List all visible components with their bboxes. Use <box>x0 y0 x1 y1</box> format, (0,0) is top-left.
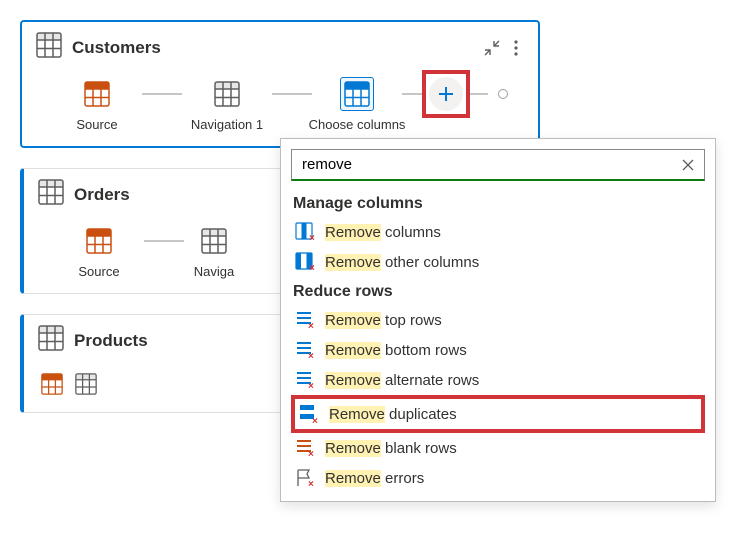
remove-bottom-rows-icon <box>295 340 315 360</box>
step-navigation[interactable]: Naviga <box>184 224 244 279</box>
table-orange-icon <box>84 81 110 107</box>
menu-label: Remove errors <box>325 470 424 487</box>
menu-remove-errors[interactable]: Remove errors <box>281 463 715 493</box>
query-title: Orders <box>74 185 270 205</box>
annotation-highlight-add <box>422 70 470 118</box>
add-step-button[interactable] <box>429 77 463 111</box>
table-icon <box>36 32 62 63</box>
group-title-manage-columns: Manage columns <box>281 189 715 217</box>
menu-label: Remove top rows <box>325 312 442 329</box>
menu-label: Remove other columns <box>325 254 479 271</box>
query-card-products[interactable]: Products <box>20 314 285 413</box>
step-label: Naviga <box>194 264 234 279</box>
menu-remove-columns[interactable]: Remove columns <box>281 217 715 247</box>
clear-icon[interactable] <box>680 157 696 173</box>
connector <box>402 93 422 95</box>
search-box[interactable] <box>291 149 705 181</box>
remove-duplicates-icon <box>299 404 319 424</box>
table-orange-icon[interactable] <box>38 370 66 398</box>
table-icon <box>38 325 64 356</box>
step-navigation[interactable]: Navigation 1 <box>182 77 272 132</box>
table-orange-icon <box>86 228 112 254</box>
table-icon <box>214 81 240 107</box>
menu-label: Remove bottom rows <box>325 342 467 359</box>
collapse-icon[interactable] <box>484 40 500 56</box>
connector <box>272 93 312 95</box>
step-label: Navigation 1 <box>191 117 263 132</box>
table-icon[interactable] <box>72 370 100 398</box>
menu-label: Remove alternate rows <box>325 372 479 389</box>
query-card-customers[interactable]: Customers Source Navigation 1 Choose col… <box>20 20 540 148</box>
menu-label: Remove blank rows <box>325 440 457 457</box>
step-label: Choose columns <box>309 117 406 132</box>
search-input[interactable] <box>300 155 680 174</box>
menu-remove-alternate-rows[interactable]: Remove alternate rows <box>281 365 715 395</box>
table-icon <box>201 228 227 254</box>
action-search-panel: Manage columns Remove columns Remove oth… <box>280 138 716 502</box>
remove-alternate-rows-icon <box>295 370 315 390</box>
step-choose-columns[interactable]: Choose columns <box>312 77 402 132</box>
connector <box>468 93 488 95</box>
remove-blank-rows-icon <box>295 438 315 458</box>
table-icon <box>38 179 64 210</box>
remove-top-rows-icon <box>295 310 315 330</box>
menu-remove-blank-rows[interactable]: Remove blank rows <box>281 433 715 463</box>
query-card-orders[interactable]: Orders Source Naviga <box>20 168 285 294</box>
table-blue-icon <box>344 81 370 107</box>
group-title-reduce-rows: Reduce rows <box>281 277 715 305</box>
plus-icon <box>438 86 454 102</box>
menu-remove-top-rows[interactable]: Remove top rows <box>281 305 715 335</box>
query-title: Customers <box>72 38 474 58</box>
step-source[interactable]: Source <box>54 224 144 279</box>
query-title: Products <box>74 331 270 351</box>
step-source[interactable]: Source <box>52 77 142 132</box>
remove-other-columns-icon <box>295 252 315 272</box>
menu-remove-duplicates[interactable]: Remove duplicates <box>295 399 701 429</box>
annotation-highlight-duplicates: Remove duplicates <box>291 395 705 433</box>
remove-errors-icon <box>295 468 315 488</box>
end-node <box>498 89 508 99</box>
step-label: Source <box>76 117 117 132</box>
menu-label: Remove duplicates <box>329 406 457 423</box>
connector <box>142 93 182 95</box>
menu-remove-bottom-rows[interactable]: Remove bottom rows <box>281 335 715 365</box>
menu-remove-other-columns[interactable]: Remove other columns <box>281 247 715 277</box>
menu-label: Remove columns <box>325 224 441 241</box>
step-label: Source <box>78 264 119 279</box>
more-icon[interactable] <box>508 40 524 56</box>
connector <box>144 240 184 242</box>
remove-columns-icon <box>295 222 315 242</box>
